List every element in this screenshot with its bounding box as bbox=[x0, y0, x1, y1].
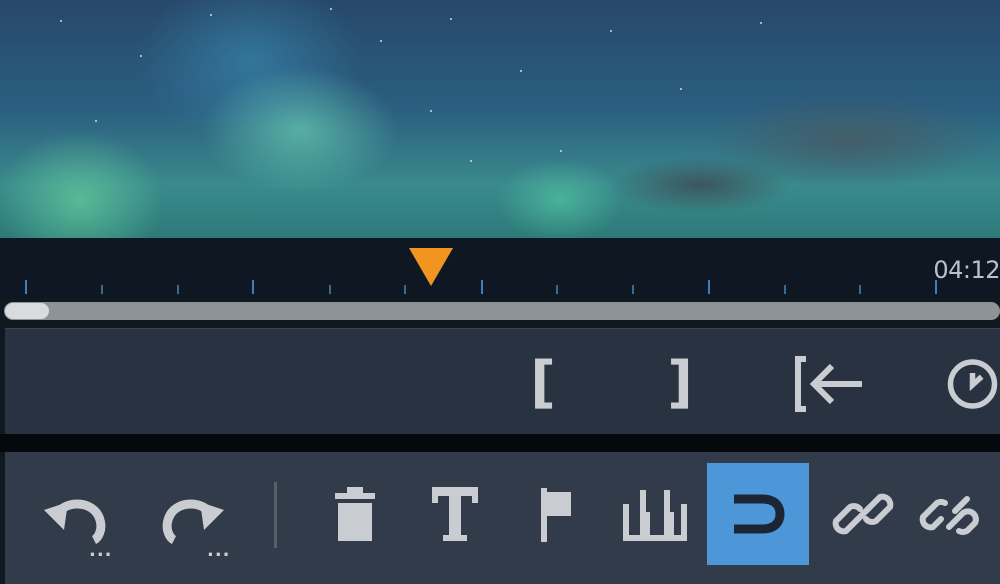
split-button[interactable] bbox=[615, 476, 695, 552]
scrub-bar[interactable] bbox=[4, 302, 1000, 320]
video-preview bbox=[0, 0, 1000, 238]
unlink-icon bbox=[919, 496, 979, 535]
split-icon bbox=[623, 490, 687, 541]
go-to-in-icon bbox=[795, 356, 862, 412]
go-to-in-button[interactable] bbox=[790, 349, 870, 419]
link-button[interactable] bbox=[825, 476, 901, 552]
undo-history-dots[interactable]: ... bbox=[89, 540, 113, 561]
mark-in-button[interactable]: [ bbox=[513, 347, 573, 417]
redo-history-dots[interactable]: ... bbox=[207, 540, 231, 561]
mark-out-button[interactable]: ] bbox=[650, 347, 710, 417]
unlink-button[interactable] bbox=[915, 476, 1000, 552]
panel-divider bbox=[0, 434, 1000, 452]
marker-button[interactable] bbox=[520, 476, 590, 552]
magnet-snap-button[interactable] bbox=[707, 463, 809, 565]
delete-icon bbox=[335, 487, 375, 541]
redo-icon bbox=[162, 499, 224, 544]
clock-icon bbox=[947, 359, 998, 409]
marker-icon bbox=[541, 488, 571, 542]
text-button[interactable] bbox=[420, 476, 490, 552]
magnet-icon bbox=[734, 494, 785, 534]
edit-toolbar: ... ... bbox=[5, 452, 1000, 584]
text-icon bbox=[432, 487, 478, 541]
scrub-thumb[interactable] bbox=[5, 303, 49, 319]
trim-controls: [ ] bbox=[5, 328, 1000, 435]
delete-button[interactable] bbox=[320, 476, 390, 552]
link-icon bbox=[832, 493, 894, 535]
undo-icon bbox=[44, 499, 106, 544]
clock-button[interactable] bbox=[945, 351, 1000, 417]
toolbar-separator bbox=[274, 482, 277, 548]
timeline-timecode: 04:12 bbox=[933, 256, 1000, 284]
playhead-marker[interactable] bbox=[409, 248, 453, 286]
timeline-ruler[interactable]: 04:12 bbox=[0, 238, 1000, 298]
